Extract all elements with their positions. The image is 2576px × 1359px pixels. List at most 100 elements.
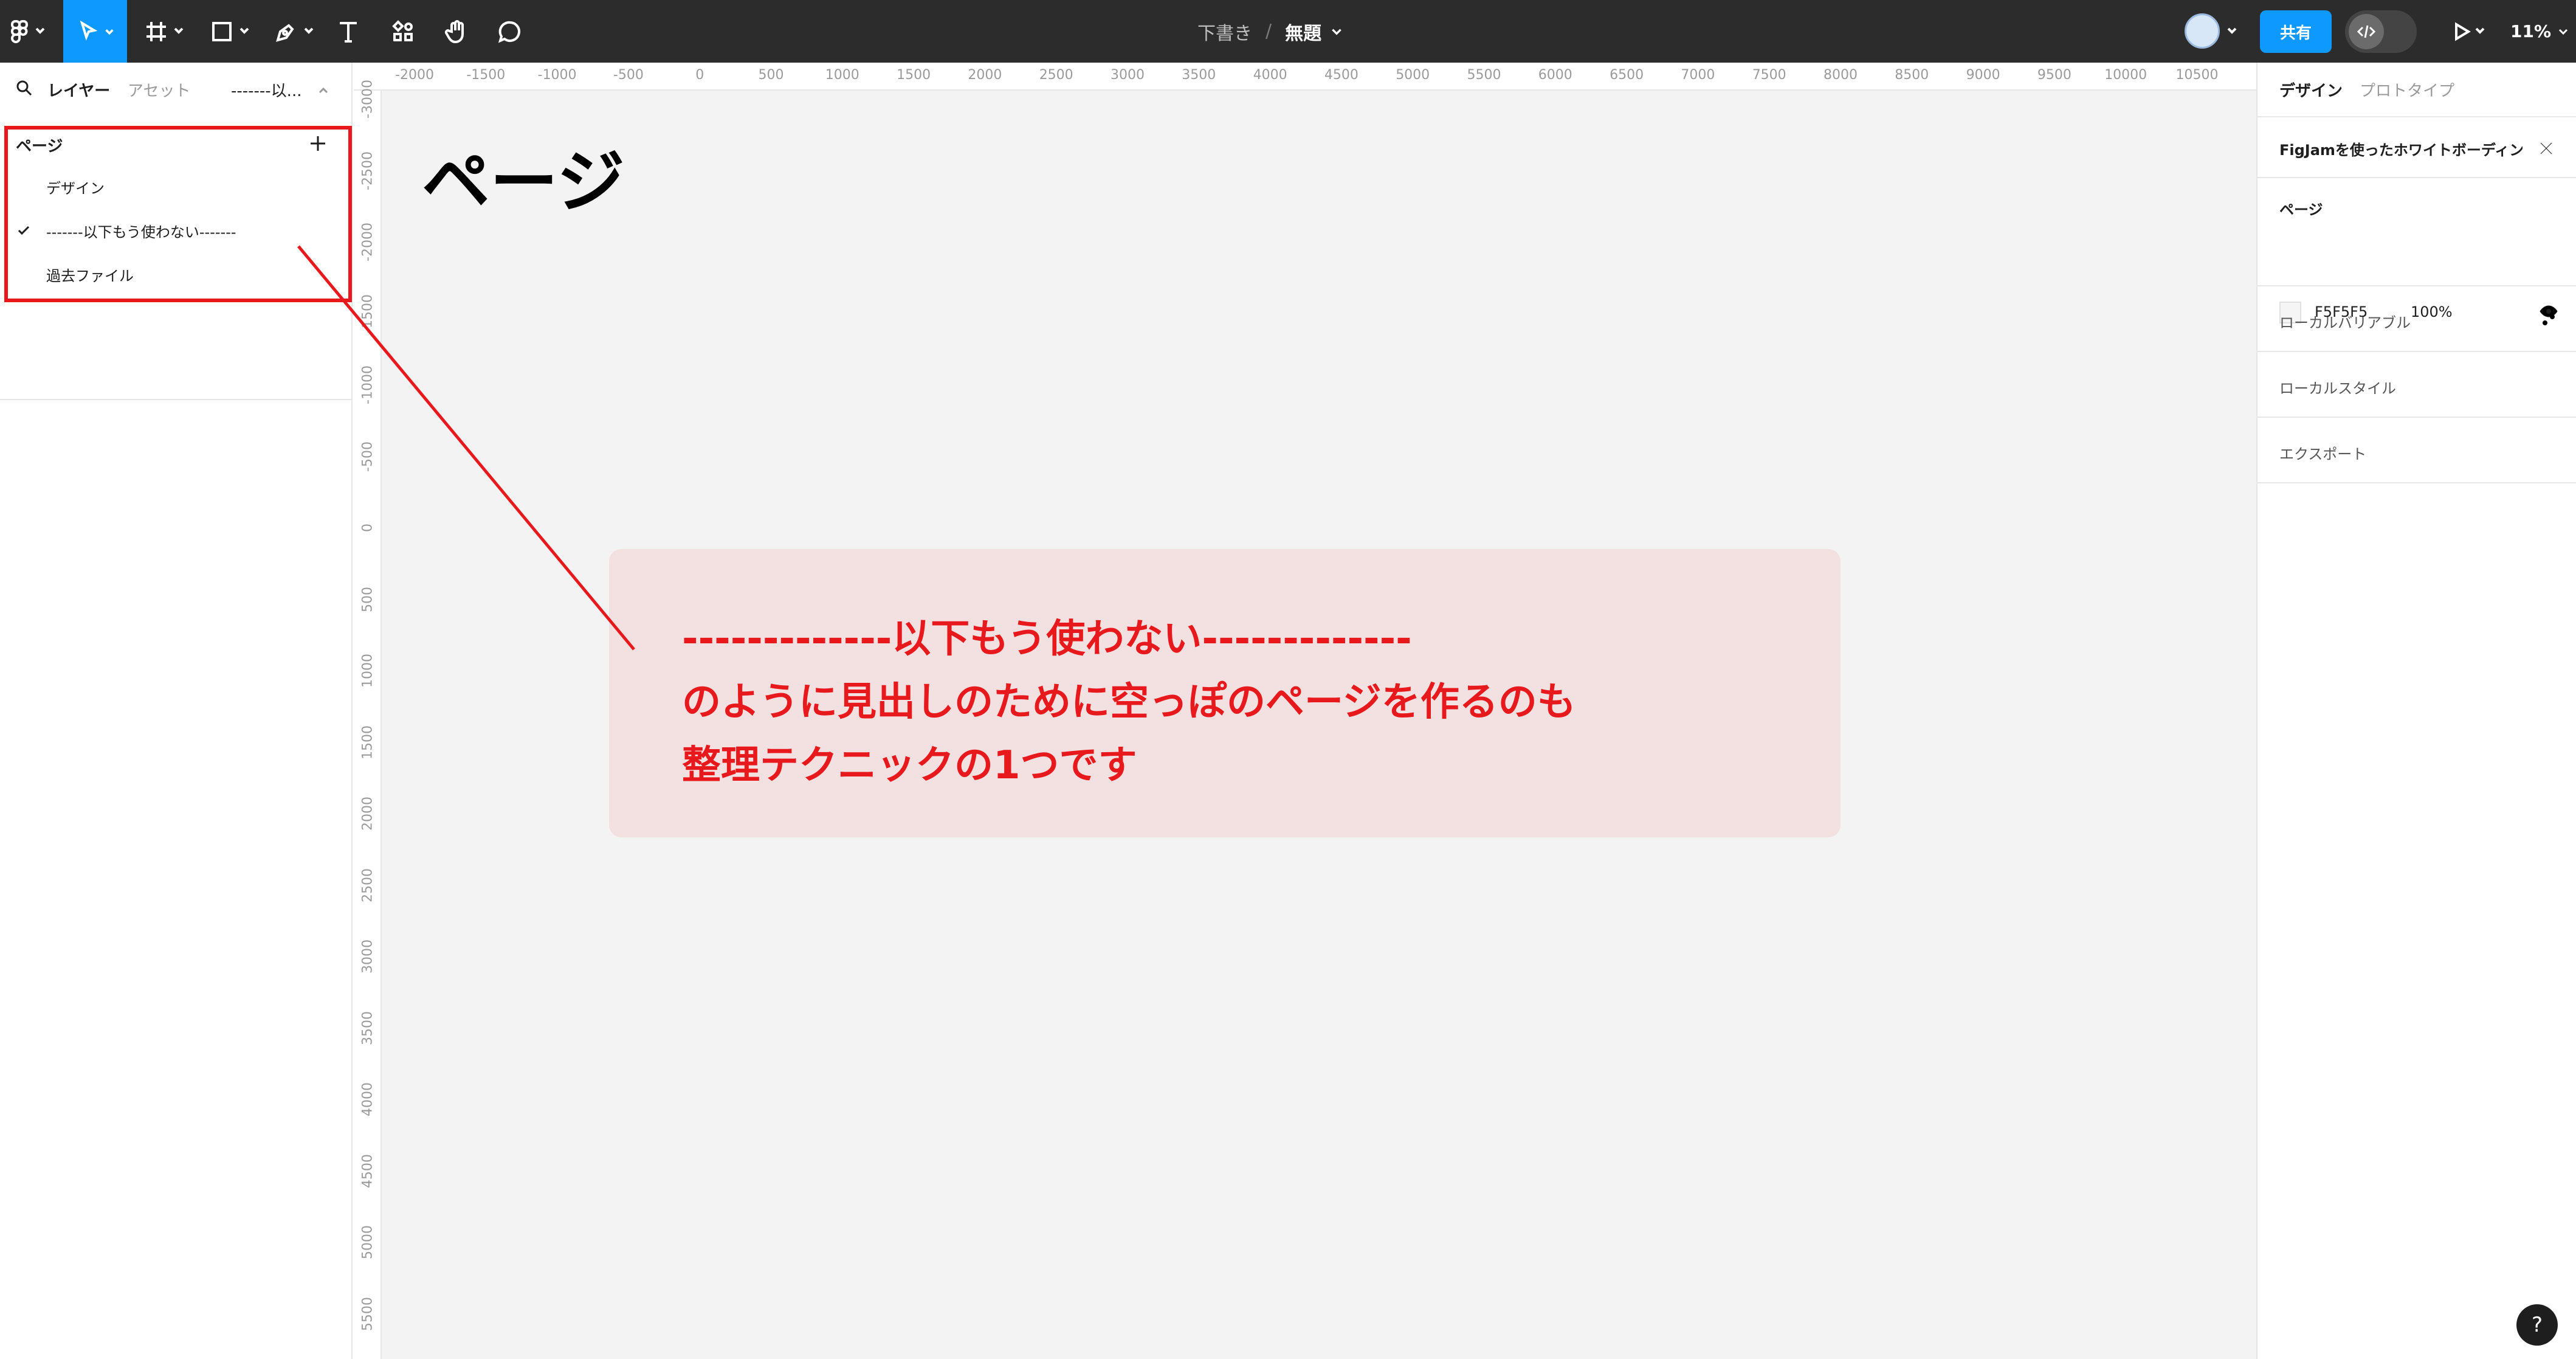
play-icon[interactable] [2446,0,2476,63]
ruler-tick-label: 1000 [360,654,376,688]
callout-text: -------------以下もう使わない------------- のように見… [682,607,1576,797]
page-section-title: ページ [2279,201,2323,218]
rectangle-icon[interactable] [207,0,237,63]
pages-section [0,120,353,400]
resources-icon[interactable] [388,0,418,63]
plus-icon[interactable] [2538,375,2559,396]
chevron-down-icon[interactable] [173,24,185,36]
avatar[interactable] [2185,13,2220,49]
banner-text: FigJamを使ったホワイトボーディング [2279,142,2523,159]
close-icon[interactable] [2536,138,2557,159]
export-label: エクスポート [2279,446,2367,463]
ruler-tick-label: 8000 [1824,67,1858,83]
cursor-icon [80,20,97,41]
ruler-tick-label: -500 [613,67,644,83]
move-tool-button[interactable] [63,0,127,63]
document-name[interactable]: 無題 [1285,18,1321,45]
comment-icon[interactable] [495,0,525,63]
ruler-tick-label: 1500 [897,67,931,83]
ruler-tick-label: 9500 [2037,67,2071,83]
ruler-tick-label: 8500 [1895,67,1929,83]
ruler-tick-label: 5000 [1396,67,1430,83]
page-heading[interactable]: ページ [422,127,625,226]
chevron-down-icon[interactable] [303,24,315,36]
page-section: ページ [2257,178,2576,286]
ruler-tick-label: 1000 [825,67,859,83]
right-panel: デザイン プロトタイプ FigJamを使ったホワイトボーディング ページ F5F… [2256,63,2576,1359]
ruler-tick-label: -1500 [360,294,376,333]
plus-icon[interactable] [2538,441,2559,462]
ruler-tick-label: 9000 [1966,67,2000,83]
ruler-tick-label: 4000 [360,1082,376,1116]
local-variables-section[interactable]: ローカルバリアブル [2257,286,2576,352]
ruler-tick-label: -2000 [395,67,434,83]
vertical-ruler: -3000 -2500 -2000 -1500 -1000 -500 0 500 1000 150… [354,80,382,1359]
chevron-down-icon[interactable] [2226,24,2238,36]
ruler-tick-label: 3500 [1182,67,1216,83]
ruler-tick-label: 5000 [360,1225,376,1259]
code-icon [2349,14,2384,49]
checkmark-icon [18,226,30,235]
ruler-tick-label: 7000 [1681,67,1715,83]
hand-icon[interactable] [441,0,472,63]
ruler-tick-label: 0 [360,524,376,532]
chevron-down-icon [2558,29,2568,35]
tab-layers[interactable]: レイヤー [47,78,110,101]
callout-line: 整理テクニックの1つです [682,743,1137,788]
ruler-tick-label: 6500 [1610,67,1644,83]
callout-line: -------------以下もう使わない------------- [682,617,1412,662]
ruler-tick-label: -1000 [360,365,376,404]
add-page-icon[interactable] [307,133,329,154]
page-item-design[interactable]: デザイン [46,176,105,198]
callout-note[interactable]: -------------以下もう使わない------------- のように見… [609,549,1841,837]
chevron-down-icon[interactable] [2474,24,2486,36]
pages-header: ページ [16,137,63,156]
ruler-tick-label: 4500 [360,1153,376,1188]
tab-design[interactable]: デザイン [2279,78,2343,101]
page-item-past-files[interactable]: 過去ファイル [46,264,134,285]
local-variables-label: ローカルバリアブル [2279,314,2411,331]
help-button[interactable]: ? [2516,1304,2558,1346]
chevron-down-icon [1332,29,1341,35]
ruler-tick-label: -500 [360,441,376,472]
sliders-icon[interactable] [2538,309,2559,330]
text-icon[interactable] [333,0,363,63]
figma-menu-icon[interactable] [7,0,32,63]
ruler-tick-label: 0 [695,67,704,83]
frame-icon[interactable] [141,0,171,63]
ruler-tick-label: 2000 [360,797,376,831]
local-styles-section[interactable]: ローカルスタイル [2257,352,2576,418]
canvas[interactable]: -2000 -1500 -1000 -500 0 500 1000 1500 2000 2500 3… [354,63,2256,1359]
chevron-down-icon[interactable] [34,24,46,36]
search-icon[interactable] [16,80,33,97]
tab-assets[interactable]: アセット [128,78,190,101]
dev-mode-toggle[interactable] [2345,10,2417,53]
pen-icon[interactable] [271,0,301,63]
folder-name[interactable]: 下書き [1197,18,1252,45]
ruler-tick-label: 500 [758,67,784,83]
callout-line: のように見出しのために空っぽのページを作るのも [682,680,1576,725]
ruler-tick-label: -2500 [360,151,376,190]
ruler-tick-label: 4000 [1253,67,1287,83]
zoom-menu[interactable]: 11% [2510,0,2569,63]
share-button[interactable]: 共有 [2260,10,2332,53]
ruler-tick-label: 7500 [1752,67,1786,83]
tab-prototype[interactable]: プロトタイプ [2360,78,2454,101]
ruler-tick-label: 2500 [360,868,376,902]
export-section[interactable]: エクスポート [2257,418,2576,483]
chevron-down-icon[interactable] [238,24,250,36]
ruler-tick-label: 5500 [360,1296,376,1331]
breadcrumb-separator: / [1266,21,1272,42]
page-item-unused-divider[interactable]: -------以下もう使わない------- [46,220,236,241]
document-breadcrumb[interactable]: 下書き / 無題 [1197,0,1343,63]
ruler-tick-label: 2500 [1039,67,1073,83]
ruler-tick-label: -3000 [360,80,376,119]
right-panel-tabs: デザイン プロトタイプ [2257,63,2576,117]
ruler-tick-label: -2000 [360,223,376,261]
chevron-up-icon[interactable] [317,85,329,97]
figjam-banner[interactable]: FigJamを使ったホワイトボーディング [2257,117,2576,178]
left-panel: レイヤー アセット -------以... [0,63,353,1359]
current-page-selector[interactable]: -------以... [231,78,301,101]
ruler-tick-label: 3000 [1111,67,1145,83]
ruler-tick-label: 500 [360,586,376,612]
